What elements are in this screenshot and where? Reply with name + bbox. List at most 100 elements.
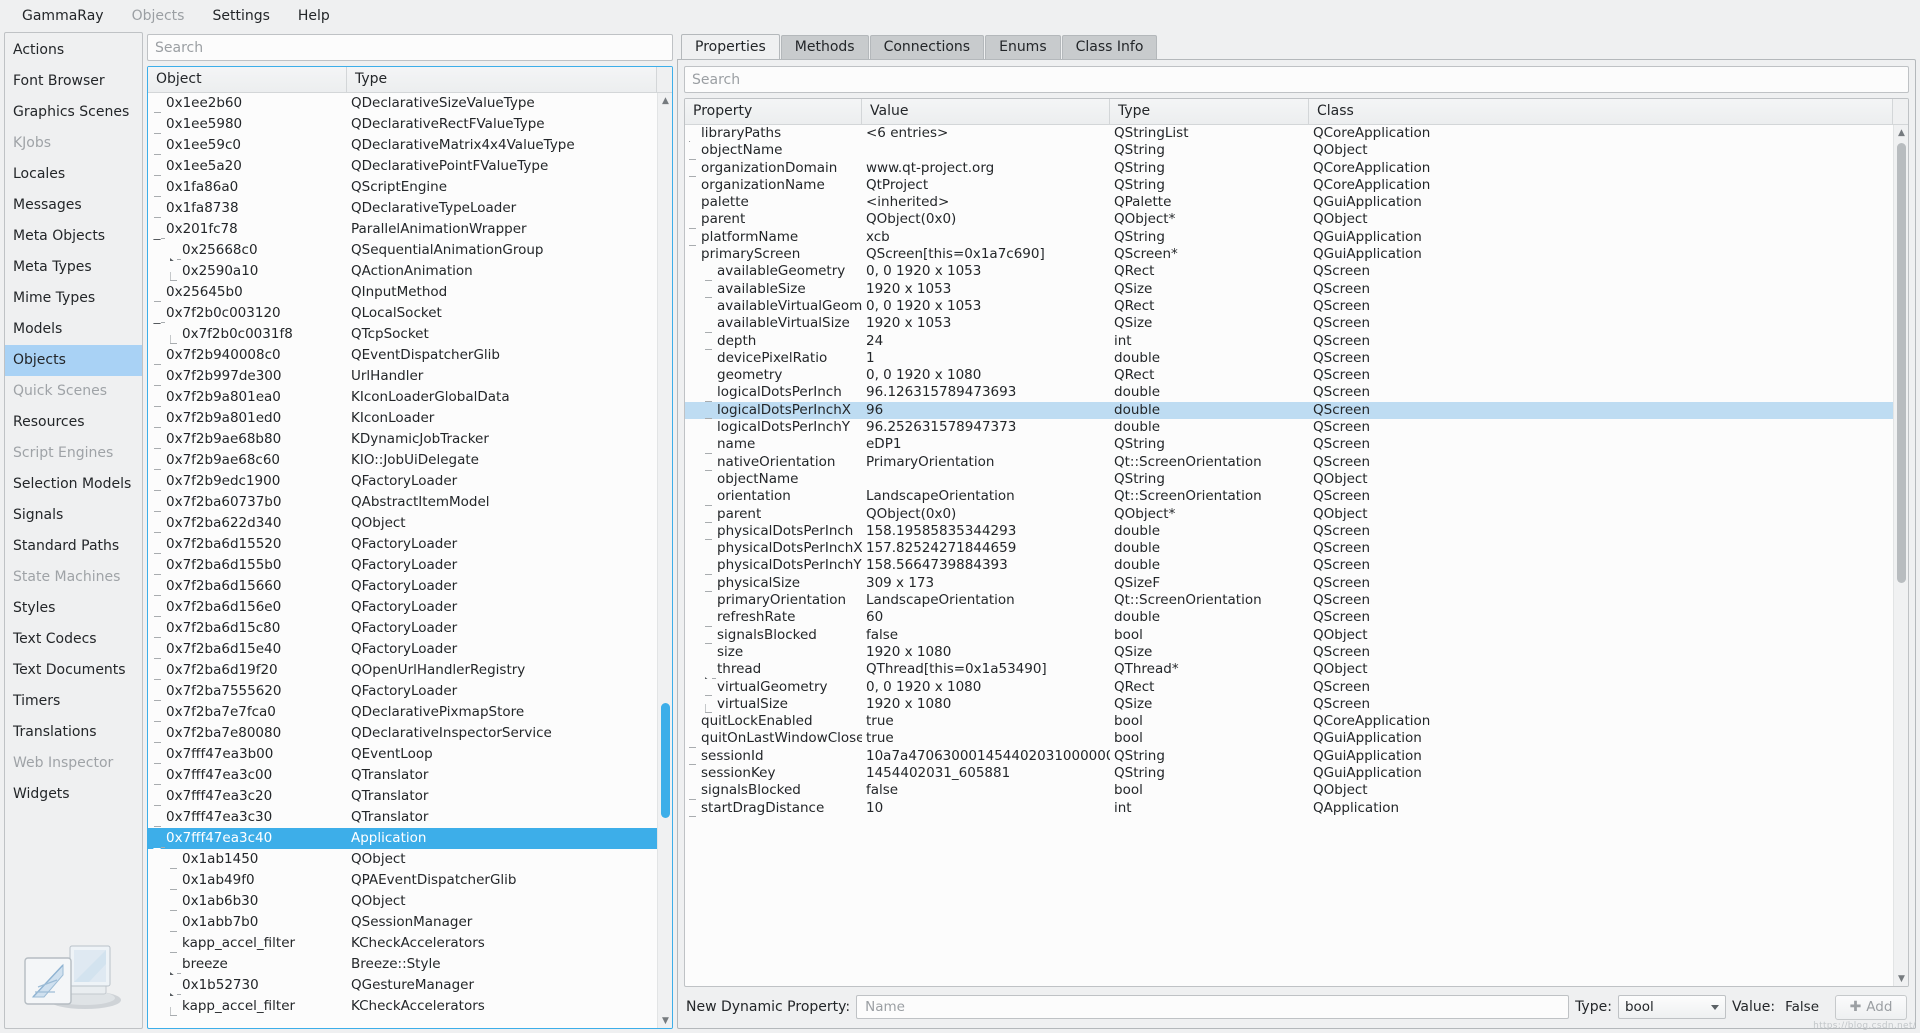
scroll-up-icon[interactable]: ▲ xyxy=(1894,125,1909,140)
sidebar-item-translations[interactable]: Translations xyxy=(5,717,142,748)
object-tree-row[interactable]: 0x7f2b997de300UrlHandler xyxy=(148,366,657,387)
object-tree-row[interactable]: 0x7f2ba6d15e40QFactoryLoader xyxy=(148,639,657,660)
object-tree-row[interactable]: 0x25668c0QSequentialAnimationGroup xyxy=(148,240,657,261)
menu-item-help[interactable]: Help xyxy=(284,4,344,28)
object-tree-row[interactable]: 0x1fa86a0QScriptEngine xyxy=(148,177,657,198)
property-row[interactable]: palette<inherited>QPaletteQGuiApplicatio… xyxy=(685,194,1893,211)
sidebar-item-styles[interactable]: Styles xyxy=(5,593,142,624)
object-search-box[interactable] xyxy=(147,34,673,61)
property-row[interactable]: logicalDotsPerInchX96doubleQScreen xyxy=(685,402,1893,419)
object-tree-row[interactable]: 0x1ee5a20QDeclarativePointFValueType xyxy=(148,156,657,177)
object-tree-row[interactable]: 0x7f2b9edc1900QFactoryLoader xyxy=(148,471,657,492)
property-row[interactable]: organizationNameQtProjectQStringQCoreApp… xyxy=(685,177,1893,194)
property-row[interactable]: signalsBlockedfalseboolQObject xyxy=(685,782,1893,799)
sidebar-item-actions[interactable]: Actions xyxy=(5,35,142,66)
object-tree-row[interactable]: 0x7f2b9ae68c60KIO::JobUiDelegate xyxy=(148,450,657,471)
object-tree-row[interactable]: 0x7f2ba6d155b0QFactoryLoader xyxy=(148,555,657,576)
tab-connections[interactable]: Connections xyxy=(870,35,985,59)
sidebar-item-meta-types[interactable]: Meta Types xyxy=(5,252,142,283)
sidebar-item-models[interactable]: Models xyxy=(5,314,142,345)
chevron-down-icon[interactable] xyxy=(153,239,161,241)
column-header-property[interactable]: Property xyxy=(685,99,862,124)
object-tree-row[interactable]: 0x7f2b9a801ed0KIconLoader xyxy=(148,408,657,429)
column-header-class[interactable]: Class xyxy=(1309,99,1893,124)
dynamic-property-name-input[interactable] xyxy=(863,998,1562,1016)
object-tree-rows[interactable]: 0x1ee2b60QDeclarativeSizeValueType0x1ee5… xyxy=(148,93,657,1028)
chevron-down-icon[interactable] xyxy=(153,323,161,325)
object-tree-row[interactable]: 0x7f2b940008c0QEventDispatcherGlib xyxy=(148,345,657,366)
chevron-down-icon[interactable] xyxy=(153,848,161,850)
sidebar-item-text-codecs[interactable]: Text Codecs xyxy=(5,624,142,655)
property-row[interactable]: libraryPaths<6 entries>QStringListQCoreA… xyxy=(685,125,1893,142)
object-tree-row[interactable]: 0x1fa8738QDeclarativeTypeLoader xyxy=(148,198,657,219)
property-row[interactable]: parentQObject(0x0)QObject*QObject xyxy=(685,506,1893,523)
property-row[interactable]: nameeDP1QStringQScreen xyxy=(685,436,1893,453)
chevron-right-icon[interactable] xyxy=(170,993,175,997)
chevron-right-icon[interactable] xyxy=(705,677,710,679)
property-table-scrollbar[interactable]: ▲ ▼ xyxy=(1893,125,1908,986)
object-search-input[interactable] xyxy=(155,40,665,56)
scroll-down-icon[interactable]: ▼ xyxy=(1894,971,1909,986)
object-tree-row[interactable]: 0x7f2b0c003120QLocalSocket xyxy=(148,303,657,324)
column-header-value[interactable]: Value xyxy=(862,99,1110,124)
property-row[interactable]: platformNamexcbQStringQGuiApplication xyxy=(685,229,1893,246)
dynamic-property-type-select[interactable]: bool xyxy=(1618,995,1726,1019)
object-tree-row[interactable]: 0x7f2ba60737b0QAbstractItemModel xyxy=(148,492,657,513)
property-row[interactable]: primaryOrientationLandscapeOrientationQt… xyxy=(685,592,1893,609)
property-row[interactable]: quitLockEnabledtrueboolQCoreApplication xyxy=(685,713,1893,730)
column-header-type[interactable]: Type xyxy=(347,67,657,92)
property-row[interactable]: virtualSize1920 x 1080QSizeQScreen xyxy=(685,696,1893,713)
object-tree-row[interactable]: 0x7fff47ea3c20QTranslator xyxy=(148,786,657,807)
sidebar-item-messages[interactable]: Messages xyxy=(5,190,142,221)
sidebar-item-resources[interactable]: Resources xyxy=(5,407,142,438)
object-tree-row[interactable]: 0x1ab49f0QPAEventDispatcherGlib xyxy=(148,870,657,891)
object-tree-row[interactable]: 0x201fc78ParallelAnimationWrapper xyxy=(148,219,657,240)
sidebar-item-mime-types[interactable]: Mime Types xyxy=(5,283,142,314)
object-tree-row[interactable]: 0x7f2ba6d15c80QFactoryLoader xyxy=(148,618,657,639)
property-row[interactable]: virtualGeometry0, 0 1920 x 1080QRectQScr… xyxy=(685,679,1893,696)
object-tree-row[interactable]: 0x7f2ba622d340QObject xyxy=(148,513,657,534)
property-row[interactable]: objectNameQStringQObject xyxy=(685,142,1893,159)
property-row[interactable]: size1920 x 1080QSizeQScreen xyxy=(685,644,1893,661)
property-row[interactable]: sessionKey1454402031_605881QStringQGuiAp… xyxy=(685,765,1893,782)
object-tree-row[interactable]: 0x1abb7b0QSessionManager xyxy=(148,912,657,933)
property-row[interactable]: signalsBlockedfalseboolQObject xyxy=(685,627,1893,644)
object-tree-row[interactable]: 0x1ee59c0QDeclarativeMatrix4x4ValueType xyxy=(148,135,657,156)
object-tree-row[interactable]: 0x7f2ba6d156e0QFactoryLoader xyxy=(148,597,657,618)
object-tree-row[interactable]: 0x1b52730QGestureManager xyxy=(148,975,657,996)
object-tree-row[interactable]: 0x7f2ba7e7fca0QDeclarativePixmapStore xyxy=(148,702,657,723)
object-tree-row[interactable]: 0x1ee5980QDeclarativeRectFValueType xyxy=(148,114,657,135)
object-tree-row[interactable]: 0x7fff47ea3c00QTranslator xyxy=(148,765,657,786)
property-row[interactable]: startDragDistance10intQApplication xyxy=(685,800,1893,817)
add-button[interactable]: ✚ Add xyxy=(1835,995,1907,1020)
object-tree-row[interactable]: breezeBreeze::Style xyxy=(148,954,657,975)
chevron-right-icon[interactable] xyxy=(170,258,175,262)
property-row[interactable]: sessionId10a7a47063000145440203100000012… xyxy=(685,748,1893,765)
sidebar-item-text-documents[interactable]: Text Documents xyxy=(5,655,142,686)
sidebar-item-selection-models[interactable]: Selection Models xyxy=(5,469,142,500)
property-row[interactable]: nativeOrientationPrimaryOrientationQt::S… xyxy=(685,454,1893,471)
property-row[interactable]: primaryScreenQScreen[this=0x1a7c690]QScr… xyxy=(685,246,1893,263)
object-tree-row[interactable]: 0x1ab6b30QObject xyxy=(148,891,657,912)
tab-methods[interactable]: Methods xyxy=(781,35,869,59)
property-row[interactable]: threadQThread[this=0x1a53490]QThread*QOb… xyxy=(685,661,1893,678)
chevron-right-icon[interactable] xyxy=(170,972,175,976)
property-row[interactable]: parentQObject(0x0)QObject*QObject xyxy=(685,211,1893,228)
sidebar-item-signals[interactable]: Signals xyxy=(5,500,142,531)
tab-enums[interactable]: Enums xyxy=(985,35,1061,59)
property-row[interactable]: objectNameQStringQObject xyxy=(685,471,1893,488)
property-row[interactable]: logicalDotsPerInchY96.252631578947373dou… xyxy=(685,419,1893,436)
column-header-object[interactable]: Object xyxy=(148,67,347,92)
dynamic-property-value-select[interactable]: False xyxy=(1781,995,1829,1019)
property-row[interactable]: geometry0, 0 1920 x 1080QRectQScreen xyxy=(685,367,1893,384)
object-tree-row[interactable]: 0x1ab1450QObject xyxy=(148,849,657,870)
object-tree-row[interactable]: 0x7fff47ea3c40Application xyxy=(148,828,657,849)
sidebar-item-objects[interactable]: Objects xyxy=(5,345,142,376)
object-tree-row[interactable]: 0x1ee2b60QDeclarativeSizeValueType xyxy=(148,93,657,114)
menu-item-gammaray[interactable]: GammaRay xyxy=(8,4,118,28)
scroll-down-icon[interactable]: ▼ xyxy=(658,1013,673,1028)
object-tree-scrollbar[interactable]: ▲ ▼ xyxy=(657,93,672,1028)
property-row[interactable]: availableVirtualSize1920 x 1053QSizeQScr… xyxy=(685,315,1893,332)
object-tree-row[interactable]: 0x7f2b9a801ea0KIconLoaderGlobalData xyxy=(148,387,657,408)
property-row[interactable]: orientationLandscapeOrientationQt::Scree… xyxy=(685,488,1893,505)
